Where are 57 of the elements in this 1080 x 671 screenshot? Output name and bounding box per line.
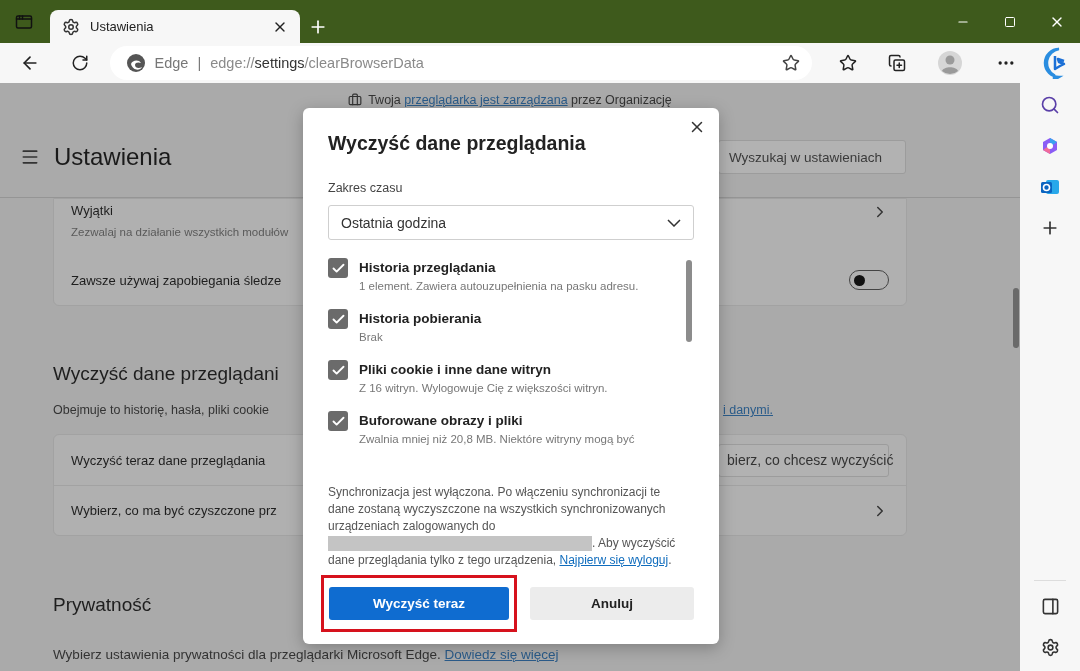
search-icon[interactable] — [1040, 95, 1060, 115]
field-label: Zakres czasu — [328, 181, 404, 195]
setting-title: Wyjątki — [71, 203, 114, 218]
edge-logo-icon — [125, 53, 146, 73]
maximize-icon[interactable] — [1003, 15, 1016, 28]
setting-title: Wyczyść teraz dane przeglądania — [71, 452, 267, 468]
add-favorite-icon[interactable] — [782, 54, 801, 72]
sync-notice: Synchronizacja jest wyłączona. Po włączeniu synchronizacji te dane zostaną wyczyszczone na wszystkich synchronizowanych urządzeniach zalogowanych do . Aby wyczyścić dane przeglądania tylko z tego urządzenia, Najpierw się wyloguj. — [328, 484, 677, 569]
time-range-select[interactable]: Ostatnia godzina — [328, 205, 694, 240]
option-description: Zwalnia mniej niż 20,8 MB. Niektóre witryny mogą być — [359, 433, 635, 445]
option-title: Pliki cookie i inne dane witryn — [359, 361, 553, 377]
setting-title: Zawsze używaj zapobiegania śledze — [71, 272, 283, 288]
browser-tab[interactable]: Ustawienia — [50, 10, 300, 43]
settings-icon — [62, 17, 80, 36]
clear-now-button[interactable]: Wyczyść teraz — [329, 587, 509, 620]
section-heading: Prywatność — [53, 594, 152, 616]
collections-icon[interactable] — [888, 54, 907, 72]
option-title: Historia pobierania — [359, 310, 482, 326]
section-heading: Wyczyść dane przeglądani — [53, 363, 279, 385]
checkbox[interactable] — [328, 360, 348, 380]
page-title: Ustawienia — [54, 143, 172, 171]
chevron-down-icon — [667, 218, 681, 227]
copilot-icon[interactable] — [1040, 136, 1060, 156]
section-description: Wybierz ustawienia prywatności dla przeglądarki Microsoft Edge. Dowiedz się więcej — [53, 647, 559, 662]
cancel-button[interactable]: Anuluj — [530, 587, 694, 620]
option-description: Z 16 witryn. Wylogowuje Cię z większości witryn. — [359, 382, 608, 394]
setting-description: Zezwalaj na działanie wszystkich modułów — [71, 226, 290, 238]
refresh-icon[interactable] — [71, 54, 90, 72]
favorites-icon[interactable] — [838, 54, 857, 72]
settings-icon[interactable] — [1040, 637, 1060, 657]
option-title: Buforowane obrazy i pliki — [359, 412, 524, 428]
briefcase-icon — [348, 93, 363, 107]
option-description: 1 element. Zawiera autouzupełnienia na pasku adresu. — [359, 280, 639, 292]
separator-text: | — [197, 55, 202, 71]
address-bar[interactable]: Edge | edge://settings/clearBrowserData — [109, 46, 813, 80]
option-title: Historia przeglądania — [359, 259, 497, 275]
search-field[interactable]: Wyszukaj w ustawieniach — [718, 140, 906, 174]
dialog-title: Wyczyść dane przeglądania — [328, 132, 587, 155]
site-label: Edge — [154, 55, 189, 71]
managed-notice: Twoja przeglądarka jest zarządzana przez Organizację — [368, 93, 672, 107]
privacy-data-link[interactable]: i danymi. — [722, 403, 773, 417]
checkbox[interactable] — [328, 309, 348, 329]
sidebar-panel-icon[interactable] — [1040, 596, 1060, 616]
profile-avatar-icon[interactable] — [938, 51, 963, 75]
setting-title: Wybierz, co ma być czyszczone prz — [71, 503, 278, 518]
url-text: edge://settings/clearBrowserData — [210, 55, 425, 71]
menu-icon[interactable] — [20, 147, 40, 167]
tab-title: Ustawienia — [90, 19, 155, 34]
checkbox[interactable] — [328, 258, 348, 278]
scrollbar-thumb[interactable] — [686, 260, 692, 342]
managed-link[interactable]: przeglądarka jest zarządzana — [404, 93, 568, 107]
scrollbar-thumb[interactable] — [1013, 288, 1019, 348]
section-description: Obejmuje to historię, hasła, pliki cookie — [53, 403, 270, 417]
outlook-icon[interactable] — [1040, 177, 1060, 197]
checkbox[interactable] — [328, 411, 348, 431]
tab-actions-icon[interactable] — [15, 12, 33, 31]
option-description: Brak — [359, 331, 384, 343]
